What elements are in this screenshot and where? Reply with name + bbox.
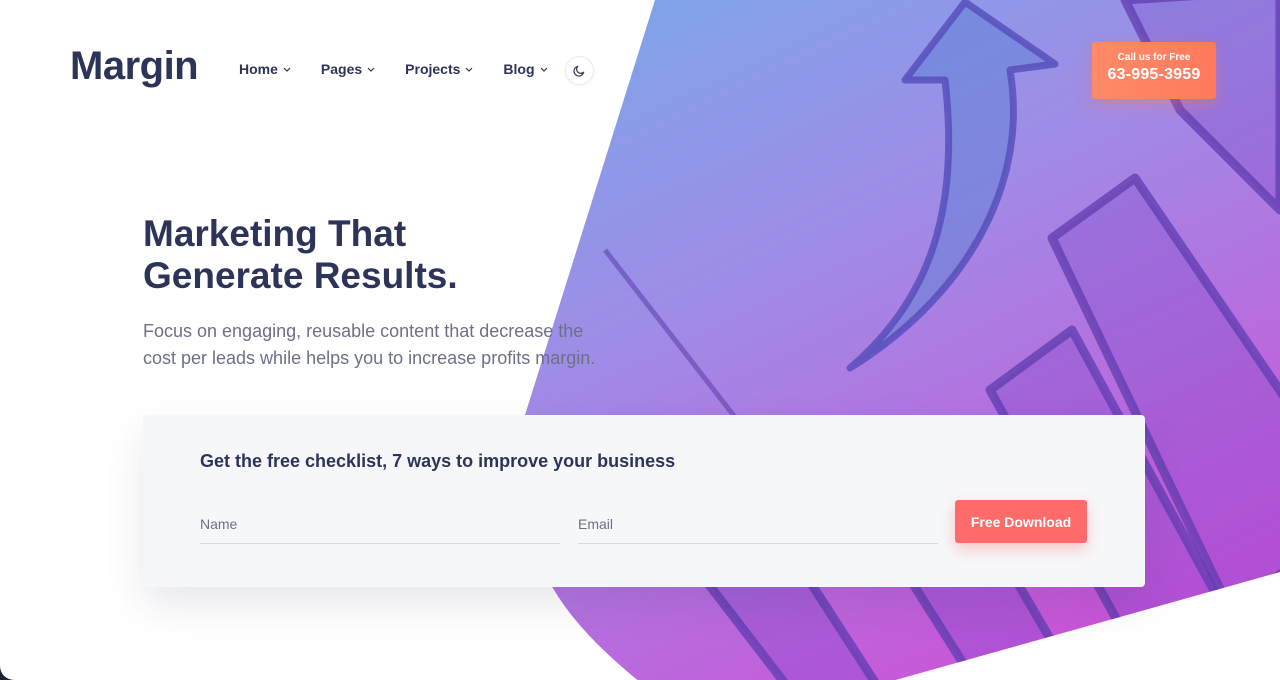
chevron-down-icon — [540, 67, 547, 72]
nav-item-label: Blog — [503, 61, 535, 77]
nav-item-pages[interactable]: Pages — [321, 61, 375, 77]
nav-item-label: Home — [239, 61, 278, 77]
main-nav: Home Pages Projects Blog — [239, 61, 578, 77]
hero-headline: Marketing That Generate Results. — [143, 213, 583, 297]
hero-headline-line2: Generate Results. — [143, 255, 458, 296]
nav-item-blog[interactable]: Blog — [503, 61, 547, 77]
hero-headline-line1: Marketing That — [143, 213, 407, 254]
nav-item-home[interactable]: Home — [239, 61, 291, 77]
landing-page: Margin Home Pages Projects Blog Call us … — [0, 0, 1280, 680]
call-us-label: Call us for Free — [1117, 52, 1191, 63]
nav-item-label: Projects — [405, 61, 461, 77]
chevron-down-icon — [465, 67, 473, 72]
brand-logo[interactable]: Margin — [70, 44, 199, 89]
chevron-down-icon — [283, 67, 291, 72]
checklist-form-card: Get the free checklist, 7 ways to improv… — [143, 415, 1145, 587]
form-title: Get the free checklist, 7 ways to improv… — [200, 451, 676, 471]
chevron-down-icon — [367, 67, 375, 72]
free-download-button[interactable]: Free Download — [955, 500, 1087, 543]
nav-item-projects[interactable]: Projects — [405, 61, 473, 77]
theme-toggle-button[interactable] — [565, 56, 594, 85]
nav-item-label: Pages — [320, 61, 363, 77]
moon-icon — [573, 65, 585, 77]
email-input[interactable] — [578, 505, 938, 544]
call-us-phone: 63-995-3959 — [1107, 66, 1201, 83]
name-input[interactable] — [200, 505, 560, 544]
hero-subtext: Focus on engaging, reusable content that… — [143, 321, 596, 368]
call-us-button[interactable]: Call us for Free 63-995-3959 — [1092, 42, 1216, 99]
